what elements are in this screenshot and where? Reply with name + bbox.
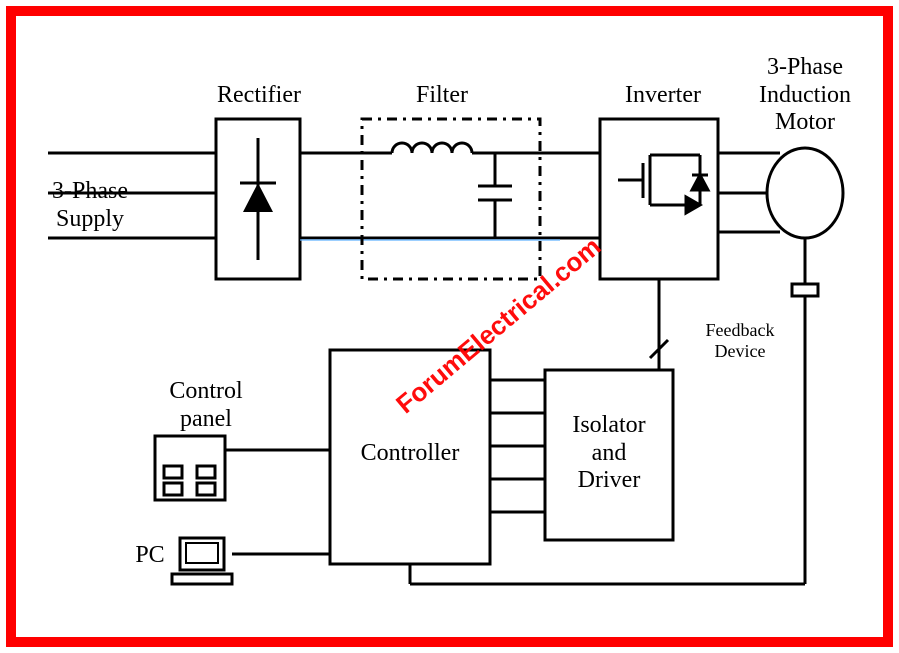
pc-label: PC [130, 542, 170, 570]
diagram-frame: 3-PhaseSupply Rectifier Filter Inverter … [0, 0, 899, 653]
feedback-label: FeedbackDevice [690, 320, 790, 361]
supply-label: 3-PhaseSupply [40, 178, 140, 233]
inverter-label: Inverter [608, 82, 718, 110]
rectifier-label: Rectifier [204, 82, 314, 110]
control-panel-label: Controlpanel [156, 378, 256, 433]
controller-label: Controller [340, 440, 480, 468]
filter-label: Filter [392, 82, 492, 110]
isolator-driver-label: IsolatorandDriver [550, 412, 668, 495]
motor-label: 3-PhaseInductionMotor [740, 54, 870, 137]
